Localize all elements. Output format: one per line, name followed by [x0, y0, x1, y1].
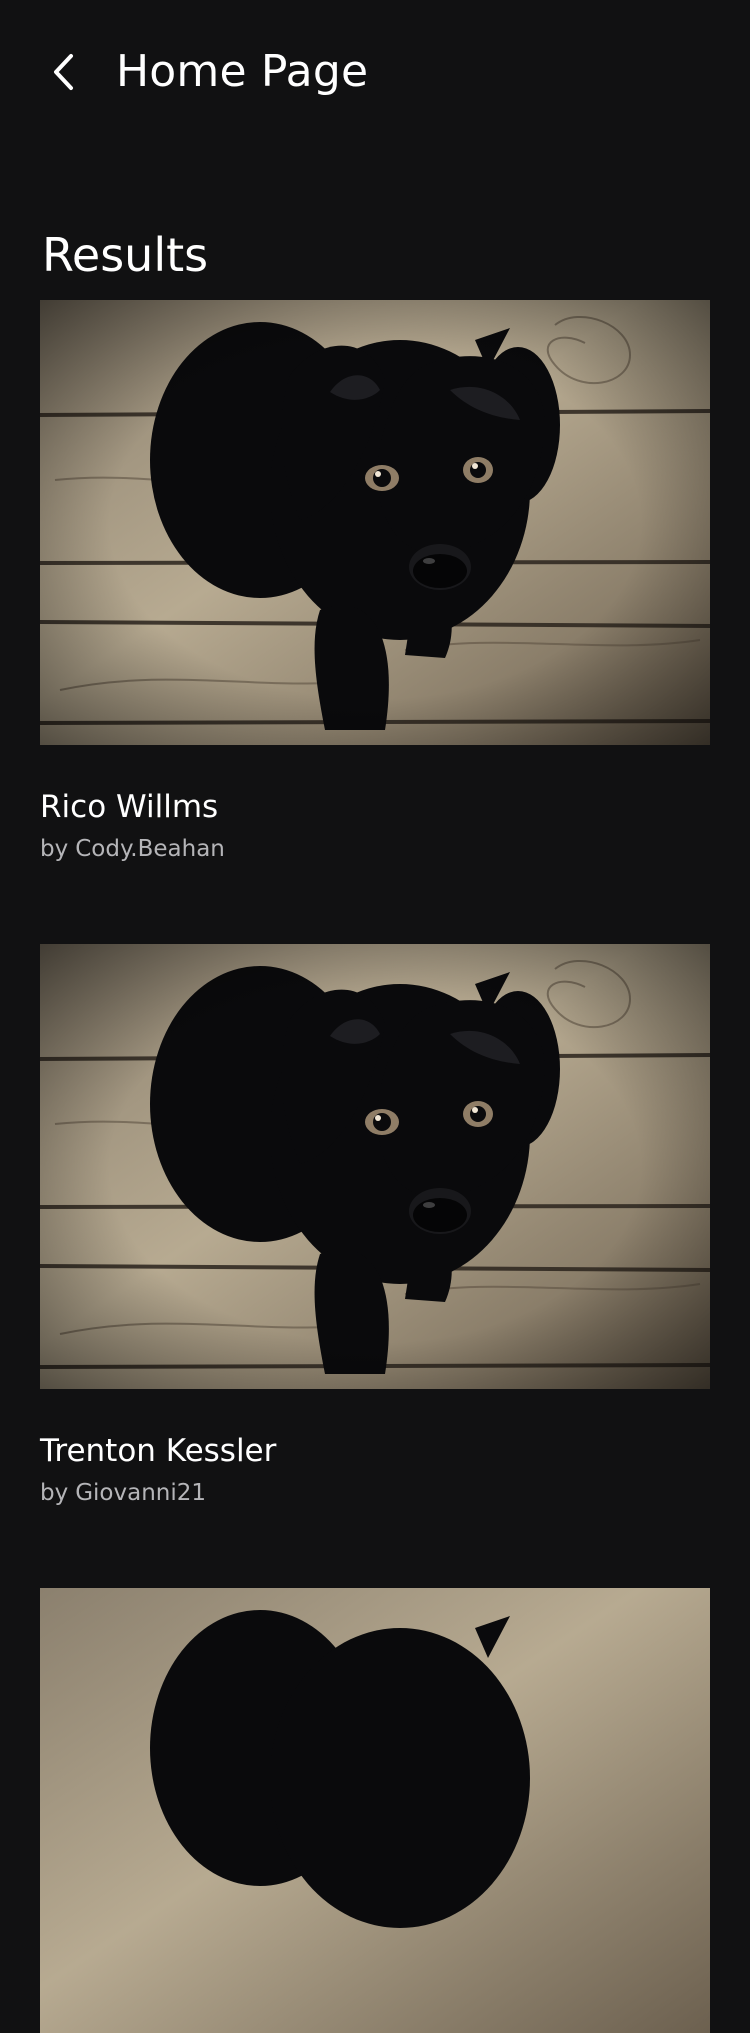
result-card[interactable]: Trenton Kessler by Giovanni21	[40, 944, 710, 1506]
page-title: Home Page	[116, 46, 369, 97]
author-name: Giovanni21	[75, 1480, 207, 1506]
result-author: by Cody.Beahan	[40, 834, 225, 864]
author-prefix: by	[40, 836, 69, 862]
author-name: Cody.Beahan	[75, 836, 225, 862]
puppy-image	[40, 300, 710, 745]
author-prefix: by	[40, 1480, 69, 1506]
result-title: Rico Willms	[40, 789, 219, 825]
puppy-image	[40, 1588, 710, 2033]
result-title: Trenton Kessler	[40, 1433, 277, 1469]
result-card[interactable]	[40, 1588, 710, 2033]
result-image	[40, 300, 710, 745]
result-image	[40, 944, 710, 1389]
app-bar: Home Page	[0, 0, 750, 140]
result-author: by Giovanni21	[40, 1478, 206, 1508]
back-button[interactable]	[40, 44, 88, 100]
chevron-left-icon	[54, 54, 73, 90]
puppy-image	[40, 944, 710, 1389]
result-image	[40, 1588, 710, 2033]
result-card[interactable]: Rico Willms by Cody.Beahan	[40, 300, 710, 862]
results-heading: Results	[42, 228, 209, 283]
